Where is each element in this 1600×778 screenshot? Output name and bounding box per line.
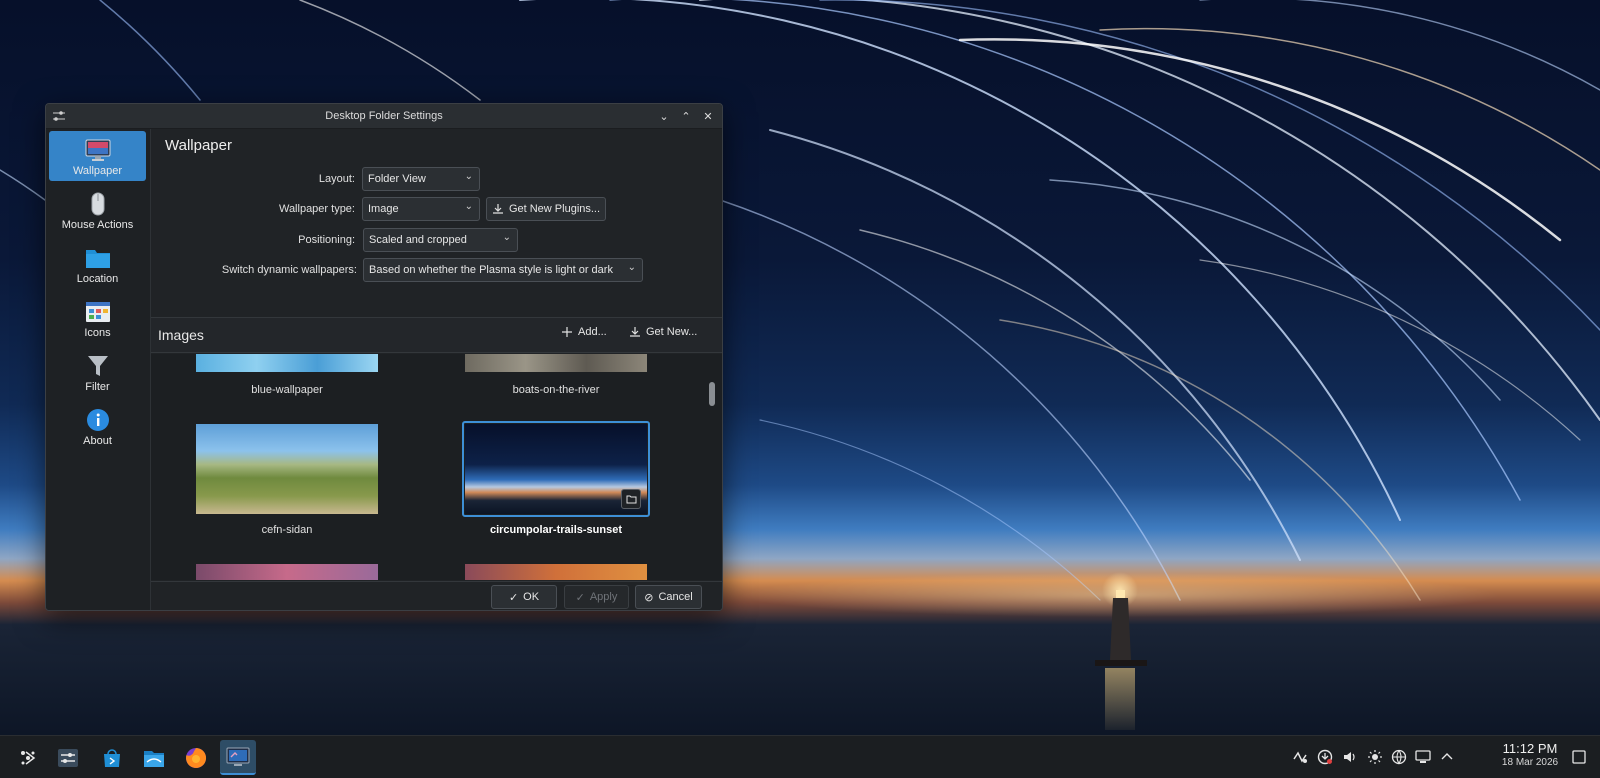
show-desktop-icon[interactable] (1570, 748, 1588, 766)
cancel-icon: ⊘ (644, 591, 654, 604)
cancel-button[interactable]: ⊘ Cancel (635, 585, 702, 609)
clock-time: 11:12 PM (1502, 741, 1558, 756)
digital-clock[interactable]: 11:12 PM 18 Mar 2026 (1494, 741, 1566, 768)
sidebar-item-location[interactable]: Location (49, 239, 146, 289)
chevron-down-icon: ⌄ (464, 201, 473, 212)
dynamic-wallpapers-label: Switch dynamic wallpapers: (221, 264, 357, 276)
sidebar-item-label: Wallpaper (72, 165, 123, 177)
wallpaper-grid: blue-wallpaper boats-on-the-river cefn-s… (151, 354, 722, 580)
thumbnail-boats-on-the-river[interactable] (465, 354, 647, 372)
page-title: Wallpaper (165, 137, 232, 154)
discover-store-icon[interactable] (94, 740, 130, 775)
sidebar-item-mouse-actions[interactable]: Mouse Actions (49, 185, 146, 235)
thumbnail-next-row-left[interactable] (196, 564, 378, 580)
thumbnail-circumpolar-trails-sunset[interactable] (465, 424, 647, 514)
brightness-icon[interactable] (1366, 748, 1384, 766)
display-icon[interactable] (1414, 748, 1432, 766)
get-new-wallpapers-button[interactable]: Get New... (629, 326, 697, 338)
maximize-button[interactable]: ⌃ (678, 108, 694, 124)
sidebar-item-label: Mouse Actions (61, 219, 134, 231)
icons-grid-icon (85, 300, 111, 324)
apply-button[interactable]: ✓ Apply (564, 585, 629, 609)
sidebar-item-label: Filter (85, 381, 110, 393)
get-new-plugins-button[interactable]: Get New Plugins... (486, 197, 606, 221)
positioning-combobox[interactable]: Scaled and cropped ⌄ (363, 228, 518, 252)
kde-connect-icon[interactable] (1291, 748, 1309, 766)
dialog-button-bar: ✓ OK ✓ Apply ⊘ Cancel (151, 581, 722, 610)
checkmark-icon: ✓ (508, 591, 519, 604)
thumbnail-label: boats-on-the-river (512, 384, 600, 396)
open-folder-icon[interactable] (621, 489, 641, 509)
thumbnail-cefn-sidan[interactable] (196, 424, 378, 514)
volume-icon[interactable] (1341, 748, 1359, 766)
layout-label: Layout: (318, 173, 355, 185)
sidebar-item-icons[interactable]: Icons (49, 293, 146, 343)
desktop-folder-settings-window: Desktop Folder Settings ⌄ ⌃ ✕ Wallpaper (45, 103, 723, 611)
close-button[interactable]: ✕ (700, 108, 716, 124)
monitor-icon (85, 138, 111, 162)
settings-sliders-icon (53, 111, 65, 121)
minimize-button[interactable]: ⌄ (656, 108, 672, 124)
sidebar-item-filter[interactable]: Filter (49, 347, 146, 397)
scrollbar-handle[interactable] (709, 382, 715, 406)
chevron-down-icon: ⌄ (502, 232, 511, 243)
expand-tray-icon[interactable] (1438, 748, 1456, 766)
images-title: Images (158, 327, 204, 343)
plus-icon (562, 327, 572, 337)
plasma-taskbar: 11:12 PM 18 Mar 2026 (0, 735, 1600, 778)
layout-combobox[interactable]: Folder View ⌄ (362, 167, 480, 191)
network-icon[interactable] (1390, 748, 1408, 766)
chevron-down-icon: ⌄ (464, 171, 473, 182)
sidebar-item-label: Location (76, 273, 119, 285)
sidebar-item-wallpaper[interactable]: Wallpaper (49, 131, 146, 181)
sidebar-item-label: About (83, 435, 112, 447)
settings-sidebar: Wallpaper Mouse Actions Location Icons F… (46, 129, 151, 610)
mouse-icon (85, 192, 111, 216)
wallpaper-settings-panel: Wallpaper Layout: Folder View ⌄ Wallpape… (151, 129, 722, 610)
firefox-icon[interactable] (178, 740, 214, 775)
clock-date: 18 Mar 2026 (1501, 757, 1559, 768)
add-image-button[interactable]: Add... (561, 326, 607, 338)
filter-icon (85, 354, 111, 378)
thumbnail-label: cefn-sidan (261, 524, 313, 536)
wallpaper-type-combobox[interactable]: Image ⌄ (362, 197, 480, 221)
download-icon (630, 327, 640, 337)
images-section-header: Images Add... Get New... (151, 317, 722, 353)
grid-scrollbar[interactable] (707, 354, 717, 580)
plasma-settings-icon[interactable] (220, 740, 256, 775)
download-icon (492, 204, 503, 214)
folder-icon (85, 246, 111, 270)
sidebar-item-label: Icons (84, 327, 111, 339)
dolphin-file-manager-icon[interactable] (136, 740, 172, 775)
thumbnail-label: circumpolar-trails-sunset (489, 524, 623, 536)
wallpaper-type-label: Wallpaper type: (278, 203, 355, 215)
thumbnail-blue-wallpaper[interactable] (196, 354, 378, 372)
window-title: Desktop Folder Settings (325, 110, 443, 122)
info-icon (85, 408, 111, 432)
thumbnail-next-row-right[interactable] (465, 564, 647, 580)
window-titlebar[interactable]: Desktop Folder Settings ⌄ ⌃ ✕ (46, 104, 722, 129)
sidebar-item-about[interactable]: About (49, 401, 146, 451)
thumbnail-label: blue-wallpaper (251, 384, 323, 396)
checkmark-icon: ✓ (575, 591, 585, 604)
updates-icon[interactable] (1316, 748, 1334, 766)
ok-button[interactable]: ✓ OK (491, 585, 557, 609)
dynamic-wallpapers-combobox[interactable]: Based on whether the Plasma style is lig… (363, 258, 643, 282)
chevron-down-icon: ⌄ (627, 262, 636, 273)
application-launcher-icon[interactable] (10, 740, 46, 775)
system-settings-icon[interactable] (50, 740, 86, 775)
positioning-label: Positioning: (298, 234, 355, 246)
